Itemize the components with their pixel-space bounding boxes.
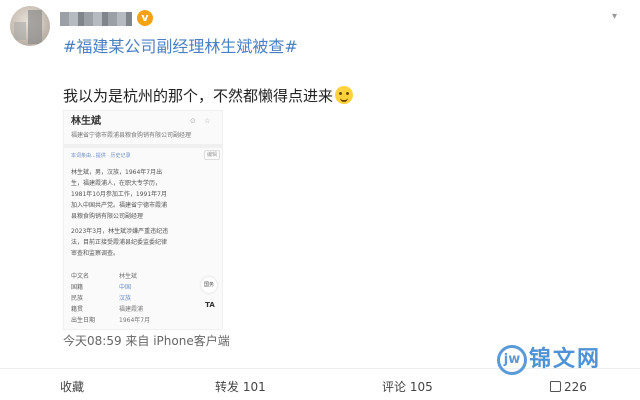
info-row: 出生日期 1964年7月 xyxy=(71,315,211,326)
info-key: 民族 xyxy=(71,295,84,302)
avatar[interactable] xyxy=(10,6,50,46)
image-header-icons: ⊙ ☆ xyxy=(190,117,214,125)
info-row: 国籍 中国 xyxy=(71,282,211,293)
avatar-mosaic xyxy=(14,22,26,40)
info-row: 民族 汉族 xyxy=(71,293,211,304)
info-key: 籍贯 xyxy=(71,306,84,313)
info-key: 中文名 xyxy=(71,273,90,280)
info-value: 汉族 xyxy=(119,295,132,302)
image-note: 2023年3月，林生斌涉嫌严重违纪违法，目前正接受霞浦县纪委监委纪律审查和监察调… xyxy=(71,228,169,257)
info-value: 林生斌 xyxy=(119,273,138,280)
info-value: 福建霞浦 xyxy=(119,306,144,313)
verified-icon: v xyxy=(137,10,153,26)
info-value: 1964年7月 xyxy=(119,317,151,324)
post-text: 我以为是杭州的那个，不然都懒得点进来 xyxy=(63,86,354,106)
thumbs-up-icon xyxy=(550,381,561,392)
divider xyxy=(64,144,222,148)
image-info-table: 中文名 林生斌 国籍 中国 民族 汉族 籍贯 福建霞浦 出生日期 1964年7月 xyxy=(71,271,211,326)
watermark-logo-icon: jw xyxy=(497,345,527,375)
info-row: 中文名 林生斌 xyxy=(71,271,211,282)
image-links: 本词条由...提供 · 历史记录 xyxy=(71,153,131,159)
image-floating-button: TA xyxy=(205,301,215,309)
watermark-text: 锦文网 xyxy=(529,347,602,372)
more-options-icon[interactable]: ▾ xyxy=(612,12,628,22)
image-title: 林生斌 xyxy=(71,116,101,127)
image-subtitle: 福建省宁德市霞浦县粮食购销有限公司副经理 xyxy=(71,132,192,139)
image-edit-label: 编辑 xyxy=(204,150,221,160)
attached-image[interactable]: 林生斌 ⊙ ☆ 福建省宁德市霞浦县粮食购销有限公司副经理 本词条由...提供 ·… xyxy=(63,110,223,330)
info-row: 籍贯 福建霞浦 xyxy=(71,304,211,315)
info-value: 中国 xyxy=(119,284,132,291)
image-floating-button: 国务 xyxy=(201,277,217,293)
post-body: 我以为是杭州的那个，不然都懒得点进来 xyxy=(63,87,334,105)
flushed-face-emoji-icon xyxy=(335,86,354,104)
topic-hashtag[interactable]: #福建某公司副经理林生斌被查# xyxy=(63,37,298,57)
info-key: 出生日期 xyxy=(71,317,96,324)
post-timestamp: 今天08:59 来自 iPhone客户端 xyxy=(63,334,230,348)
image-bio: 林生斌，男，汉族，1964年7月出生，福建霞浦人，在职大专学历，1981年10月… xyxy=(71,169,168,220)
site-watermark: jw 锦文网 xyxy=(497,345,601,377)
comment-button[interactable]: 评论 105 xyxy=(382,379,433,395)
avatar-mosaic xyxy=(28,10,42,44)
like-button[interactable]: 226 xyxy=(550,379,587,395)
info-key: 国籍 xyxy=(71,284,84,291)
favorite-button[interactable]: 收藏 xyxy=(60,379,84,395)
username-mosaic[interactable] xyxy=(60,12,132,26)
like-count: 226 xyxy=(564,380,587,394)
repost-button[interactable]: 转发 101 xyxy=(215,379,266,395)
